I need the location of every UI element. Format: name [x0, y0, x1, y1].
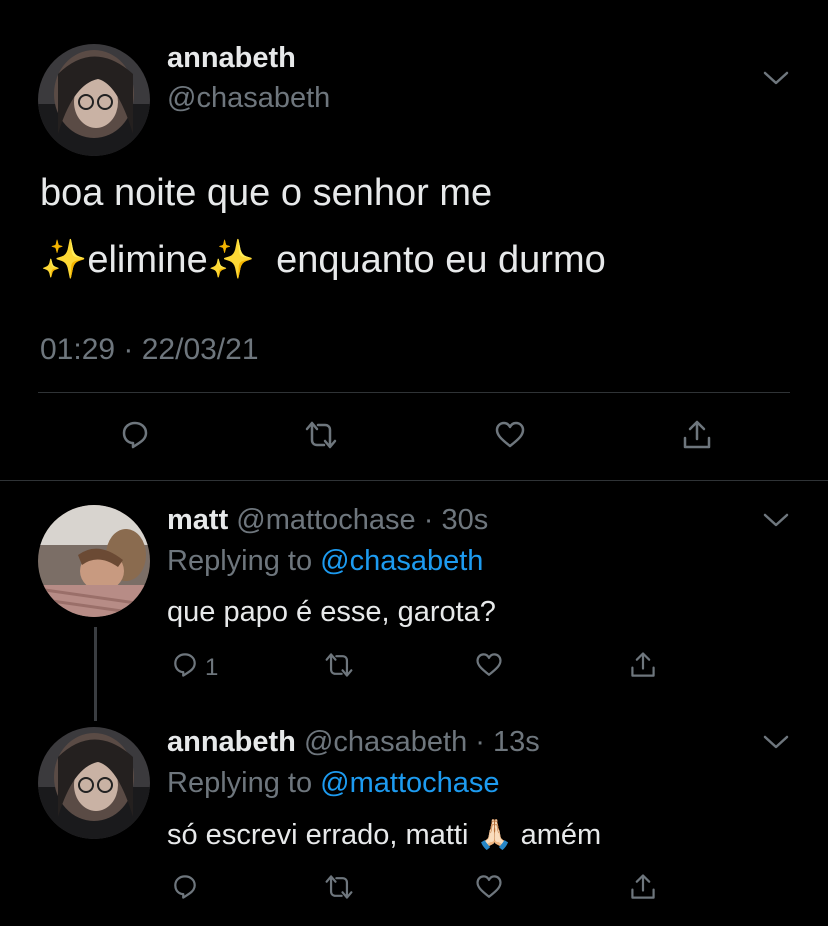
reply1-text: que papo é esse, garota?	[167, 596, 496, 628]
reply2-chevron-down-icon[interactable]	[762, 732, 790, 752]
main-tweet-text-suffix: enquanto eu durmo	[276, 239, 606, 281]
like-icon[interactable]	[493, 418, 527, 452]
reply1-dot: ·	[415, 504, 442, 536]
reply2-text: só escrevi errado, matti 🙏🏻 amém	[167, 818, 601, 852]
reply2-mention-link[interactable]: @mattochase	[320, 767, 499, 799]
reply1-reply-count: 1	[205, 654, 219, 681]
reply2-header: annabeth @chasabeth · 13s	[167, 726, 540, 759]
reply2-avatar[interactable]	[38, 727, 150, 839]
reply1-handle[interactable]: @mattochase	[236, 504, 415, 536]
reply1-retweet-icon[interactable]	[324, 650, 354, 680]
section-divider	[0, 480, 828, 481]
reply2-time[interactable]: 13s	[493, 726, 540, 758]
praying-hands-emoji: 🙏🏻	[476, 819, 513, 851]
reply1-header: matt @mattochase · 30s	[167, 504, 488, 537]
main-timestamp[interactable]: 01:29 · 22/03/21	[40, 333, 259, 367]
main-tweet-text-line2: ✨elimine✨ enquanto eu durmo	[40, 238, 606, 282]
reply1-display-name[interactable]: matt	[167, 504, 228, 536]
reply2-replying-label: Replying to	[167, 767, 313, 799]
main-avatar[interactable]	[38, 44, 150, 156]
reply1-share-icon[interactable]	[628, 650, 658, 680]
sparkle-elimine-text: ✨elimine✨	[40, 239, 256, 281]
reply2-text-suffix: amém	[520, 819, 602, 851]
reply1-avatar[interactable]	[38, 505, 150, 617]
reply2-like-icon[interactable]	[474, 872, 504, 902]
reply-icon[interactable]	[118, 418, 152, 452]
main-tweet-text-line1: boa noite que o senhor me	[40, 172, 493, 214]
reply2-display-name[interactable]: annabeth	[167, 726, 296, 758]
reply1-reply-icon[interactable]	[170, 650, 200, 680]
reply2-share-icon[interactable]	[628, 872, 658, 902]
main-divider	[38, 392, 790, 393]
reply2-replying-to: Replying to @mattochase	[167, 767, 500, 800]
reply2-reply-icon[interactable]	[170, 872, 200, 902]
reply2-dot: ·	[467, 726, 494, 758]
main-display-name[interactable]: annabeth	[167, 42, 296, 75]
share-icon[interactable]	[680, 418, 714, 452]
reply1-like-icon[interactable]	[474, 650, 504, 680]
reply1-time[interactable]: 30s	[441, 504, 488, 536]
reply1-replying-label: Replying to	[167, 545, 313, 577]
reply1-mention-link[interactable]: @chasabeth	[320, 545, 483, 577]
reply1-chevron-down-icon[interactable]	[762, 510, 790, 530]
reply1-replying-to: Replying to @chasabeth	[167, 545, 483, 578]
main-chevron-down-icon[interactable]	[762, 68, 790, 88]
thread-line	[94, 627, 97, 721]
retweet-icon[interactable]	[304, 418, 338, 452]
reply2-handle[interactable]: @chasabeth	[304, 726, 467, 758]
main-handle[interactable]: @chasabeth	[167, 82, 330, 115]
reply2-retweet-icon[interactable]	[324, 872, 354, 902]
reply2-text-prefix: só escrevi errado, matti	[167, 819, 469, 851]
